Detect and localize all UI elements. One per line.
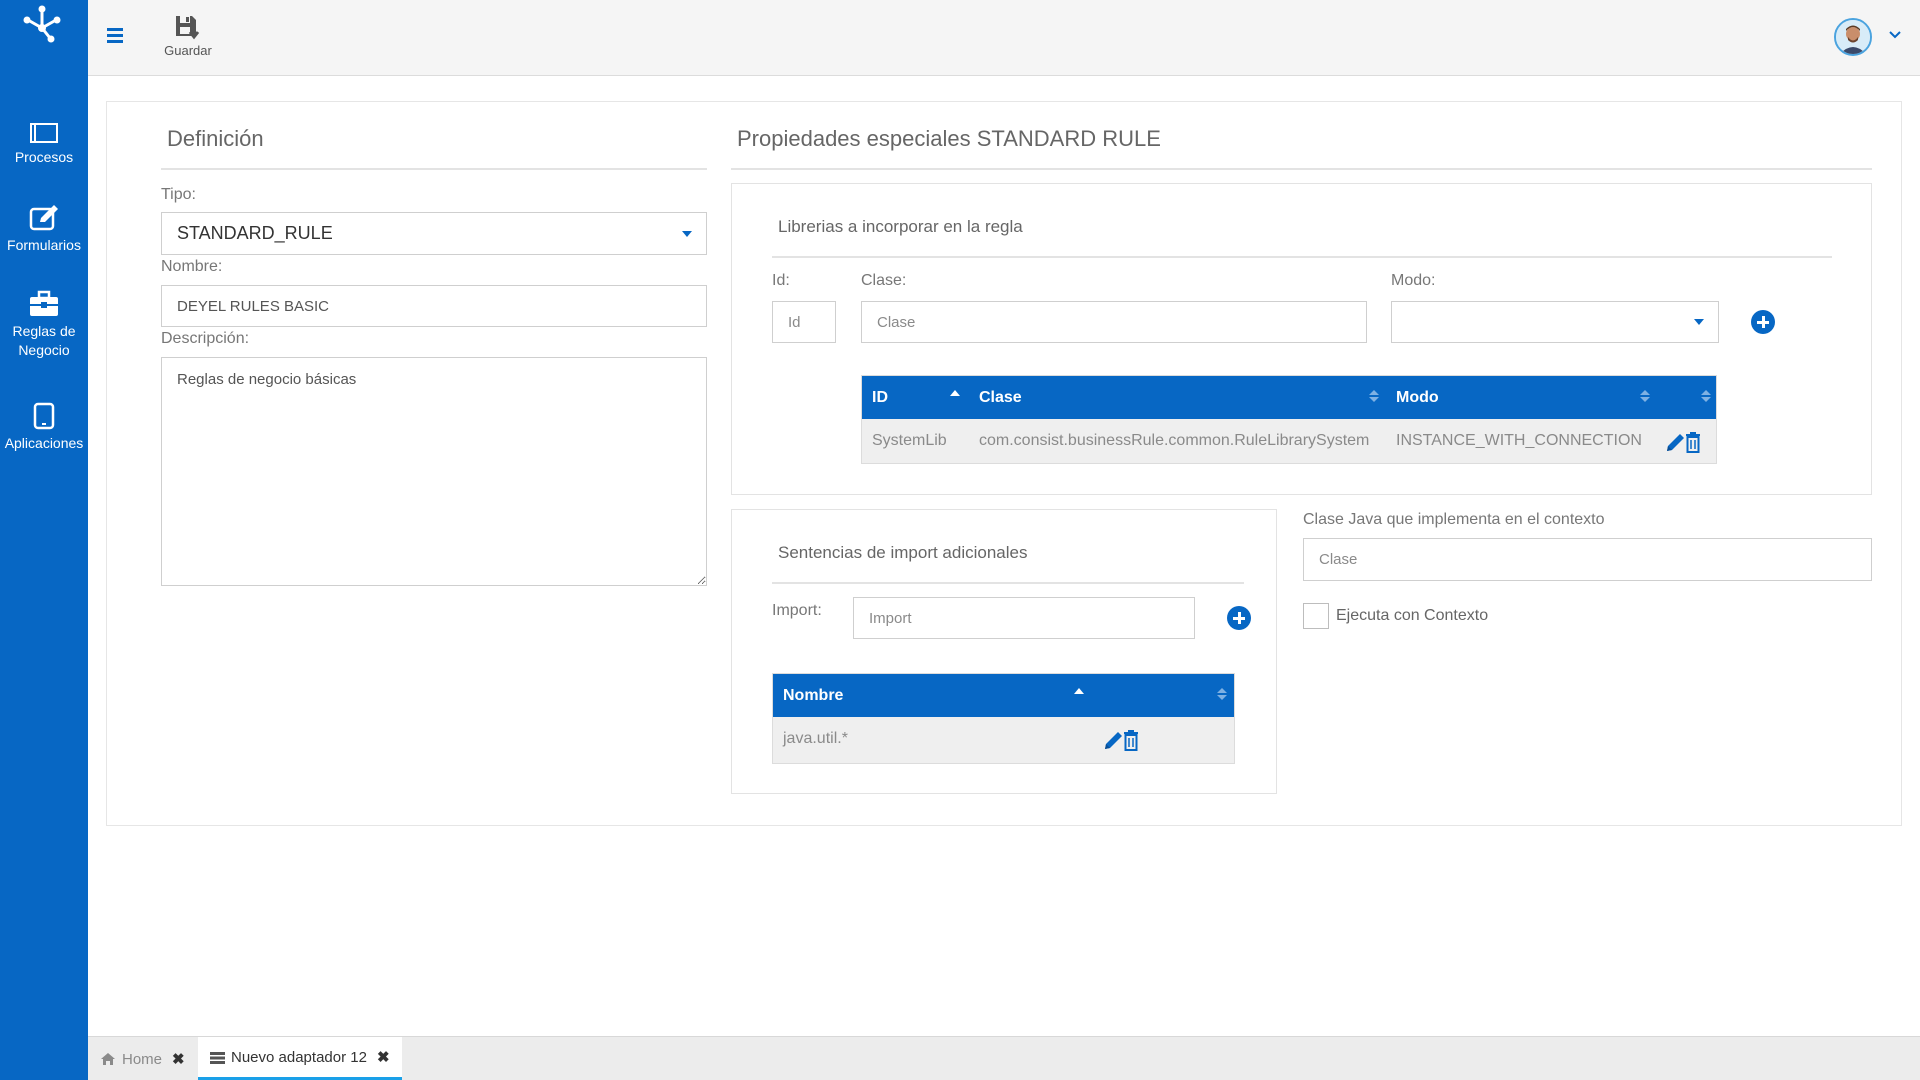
java-class-input[interactable] <box>1303 538 1872 581</box>
divider <box>161 168 707 170</box>
cell-id: SystemLib <box>872 432 947 449</box>
definition-title: Definición <box>167 126 264 151</box>
caret-down-icon <box>682 230 692 237</box>
row-actions <box>1667 432 1700 453</box>
execute-context-checkbox[interactable] <box>1303 603 1329 629</box>
pencil-icon[interactable] <box>1105 732 1122 749</box>
sort-icon[interactable] <box>1640 390 1650 404</box>
table-row[interactable]: SystemLib com.consist.businessRule.commo… <box>862 419 1716 463</box>
tab-label: Nuevo adaptador 12 <box>231 1048 367 1066</box>
execute-context-label: Ejecuta con Contexto <box>1336 607 1489 624</box>
cell-clase: com.consist.businessRule.common.RuleLibr… <box>979 432 1370 449</box>
sidebar-item-reglas[interactable]: Reglas de Negocio <box>0 290 88 360</box>
special-properties-title: Propiedades especiales STANDARD RULE <box>737 126 1161 151</box>
tab-nuevo-adaptador[interactable]: Nuevo adaptador 12 ✖ <box>198 1037 402 1080</box>
sidebar-item-procesos[interactable]: Procesos <box>0 122 88 167</box>
add-import-button[interactable] <box>1227 606 1251 630</box>
imports-title: Sentencias de import adicionales <box>778 543 1028 562</box>
deyel-logo-icon[interactable] <box>20 4 64 44</box>
sidebar-item-label: Aplicaciones <box>4 435 84 451</box>
library-mode-select[interactable] <box>1391 301 1719 343</box>
close-icon[interactable]: ✖ <box>172 1050 185 1068</box>
table-header: ID Clase Modo <box>862 376 1716 419</box>
sidebar-item-aplicaciones[interactable]: Aplicaciones <box>0 402 88 453</box>
libraries-box: Librerias a incorporar en la regla Id: C… <box>731 183 1872 495</box>
tablet-icon <box>33 402 55 430</box>
library-id-label: Id: <box>772 272 790 289</box>
tab-label: Home <box>122 1050 163 1068</box>
briefcase-icon <box>30 290 58 316</box>
sort-icon[interactable] <box>1369 390 1379 404</box>
sort-icon[interactable] <box>1701 390 1711 404</box>
name-input[interactable] <box>161 285 707 327</box>
name-label: Nombre: <box>161 258 223 275</box>
import-input[interactable] <box>853 597 1195 639</box>
sidebar-item-label: Formularios <box>7 237 81 253</box>
pencil-icon[interactable] <box>1667 434 1684 451</box>
bottom-tab-bar: Home ✖ Nuevo adaptador 12 ✖ <box>88 1036 1920 1080</box>
main-panel: Definición Tipo: STANDARD_RULE Nombre: D… <box>106 101 1902 826</box>
sidebar: Procesos Formularios Reglas de Negocio A… <box>0 0 88 1080</box>
chevron-down-icon[interactable] <box>1888 30 1902 40</box>
column-header-nombre[interactable]: Nombre <box>783 674 843 717</box>
cell-nombre: java.util.* <box>783 730 848 747</box>
sidebar-item-label: Reglas de Negocio <box>12 323 76 358</box>
imports-table: Nombre java.util.* <box>772 673 1235 764</box>
description-textarea[interactable]: Reglas de negocio básicas <box>161 357 707 586</box>
library-class-input[interactable] <box>861 301 1367 343</box>
type-select[interactable]: STANDARD_RULE <box>161 212 707 255</box>
sidebar-item-formularios[interactable]: Formularios <box>0 204 88 255</box>
user-avatar[interactable] <box>1834 18 1872 56</box>
trash-icon[interactable] <box>1686 432 1700 453</box>
sidebar-item-label: Procesos <box>14 149 74 165</box>
trash-icon[interactable] <box>1124 730 1138 751</box>
import-label: Import: <box>772 602 822 619</box>
divider <box>731 168 1872 170</box>
java-class-label: Clase Java que implementa en el contexto <box>1303 511 1605 528</box>
sort-asc-icon[interactable] <box>950 390 960 396</box>
library-id-input[interactable] <box>772 301 836 343</box>
edit-icon <box>29 205 58 231</box>
divider <box>772 256 1832 258</box>
home-icon <box>101 1053 115 1065</box>
table-row[interactable]: java.util.* <box>773 717 1234 763</box>
caret-down-icon <box>1694 319 1704 325</box>
description-label: Descripción: <box>161 330 250 347</box>
close-icon[interactable]: ✖ <box>377 1048 390 1066</box>
type-select-value: STANDARD_RULE <box>177 223 333 243</box>
hamburger-icon[interactable] <box>106 26 126 44</box>
column-header-id[interactable]: ID <box>872 376 888 419</box>
divider <box>772 582 1244 584</box>
top-toolbar: Guardar <box>88 0 1920 76</box>
save-button[interactable]: Guardar <box>158 14 218 58</box>
add-library-button[interactable] <box>1751 310 1775 334</box>
window-icon <box>30 123 58 143</box>
sort-icon[interactable] <box>1217 688 1227 702</box>
list-icon <box>210 1051 225 1064</box>
imports-box: Sentencias de import adicionales Import:… <box>731 509 1277 794</box>
libraries-table: ID Clase Modo SystemLib com.consist.busi… <box>861 375 1717 464</box>
library-class-label: Clase: <box>861 272 907 289</box>
row-actions <box>1105 730 1138 751</box>
floppy-disk-icon <box>176 16 200 40</box>
type-label: Tipo: <box>161 186 196 203</box>
libraries-title: Librerias a incorporar en la regla <box>778 217 1023 236</box>
column-header-clase[interactable]: Clase <box>979 376 1022 419</box>
library-mode-label: Modo: <box>1391 272 1436 289</box>
user-avatar-icon <box>1836 20 1870 54</box>
tab-home[interactable]: Home ✖ <box>88 1037 197 1080</box>
column-header-modo[interactable]: Modo <box>1396 376 1439 419</box>
save-button-label: Guardar <box>164 43 212 58</box>
table-header: Nombre <box>773 674 1234 717</box>
cell-modo: INSTANCE_WITH_CONNECTION <box>1396 432 1642 449</box>
sort-asc-icon[interactable] <box>1074 688 1084 694</box>
